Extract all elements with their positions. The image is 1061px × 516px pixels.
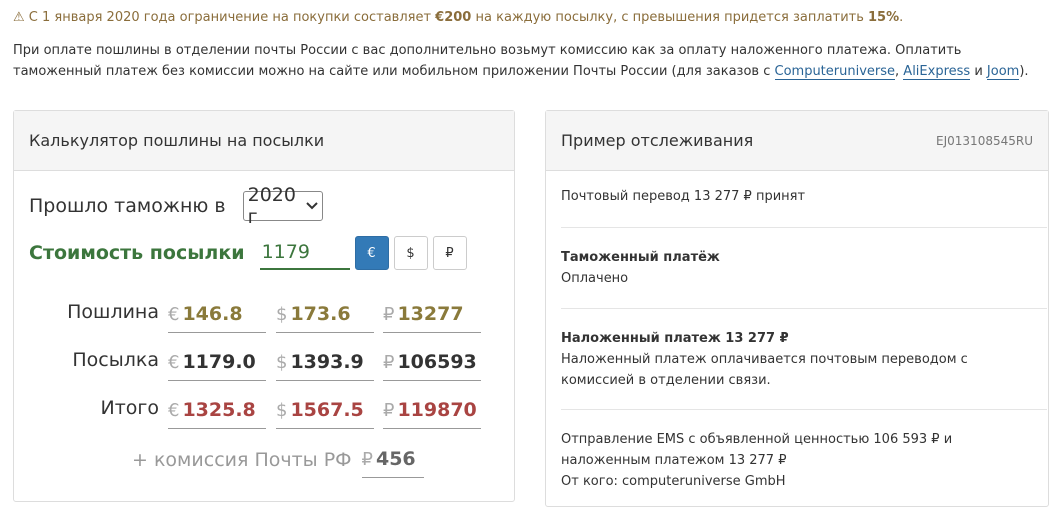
duty-rub-cell: ₽13277: [383, 296, 481, 333]
parcel-rub: 106593: [397, 351, 477, 373]
info-sep: и: [970, 64, 987, 79]
notice-middle: на каждую посылку, с превышения придется…: [471, 10, 869, 25]
customs-year-row: Прошло таможню в 2020 г: [29, 184, 323, 228]
commission-cell: ₽456: [361, 441, 424, 478]
tracking-event: Отправление EMS с объявленной ценностью …: [561, 429, 1047, 492]
limit-notice: ⚠ С 1 января 2020 года ограничение на по…: [13, 10, 903, 25]
parcel-row: Посылка €1179.0 $1393.9 ₽106593: [14, 344, 514, 384]
total-rub-cell: ₽119870: [383, 392, 481, 429]
parcel-eur: 1179.0: [182, 351, 256, 373]
currency-usd-button[interactable]: $: [393, 236, 428, 270]
event-title: Наложенный платеж 13 277 ₽: [561, 331, 789, 346]
ruble-sign: ₽: [383, 303, 395, 325]
link-aliexpress[interactable]: AliExpress: [903, 64, 971, 80]
parcel-rub-cell: ₽106593: [383, 344, 481, 381]
tracking-event: Почтовый перевод 13 277 ₽ принят: [561, 186, 1047, 207]
commission-label: + комиссия Почты РФ: [132, 448, 352, 471]
link-joom[interactable]: Joom: [986, 64, 1020, 80]
event-text: Отправление EMS с объявленной ценностью …: [561, 432, 953, 468]
parcel-eur-cell: €1179.0: [168, 344, 266, 381]
notice-suffix: .: [899, 10, 904, 25]
event-text: Оплачено: [561, 271, 629, 286]
ruble-sign: ₽: [383, 399, 395, 421]
calculator-heading: Калькулятор пошлины на посылки: [14, 111, 514, 171]
rate-value: 15%: [868, 10, 900, 25]
cost-input[interactable]: 1179: [259, 236, 350, 270]
event-text: Наложенный платеж оплачивается почтовым …: [561, 352, 968, 388]
tracking-title: Пример отслеживания: [561, 131, 754, 150]
duty-usd: 173.6: [290, 303, 351, 325]
tracking-example-panel: Пример отслеживания EJ013108545RU Почтов…: [545, 110, 1049, 507]
commission-info: При оплате пошлины в отделении почты Рос…: [13, 40, 1048, 82]
duty-row: Пошлина €146.8 $173.6 ₽13277: [14, 296, 514, 336]
euro-sign: €: [168, 303, 180, 325]
year-select[interactable]: 2020 г: [242, 184, 323, 228]
row-label: Итого: [100, 397, 159, 419]
total-row: Итого €1325.8 $1567.5 ₽119870: [14, 392, 514, 432]
total-eur: 1325.8: [182, 399, 256, 421]
parcel-usd: 1393.9: [290, 351, 364, 373]
total-usd: 1567.5: [290, 399, 364, 421]
chevron-down-icon: [305, 199, 318, 213]
event-text: Почтовый перевод 13 277 ₽ принят: [561, 189, 806, 204]
currency-rub-button[interactable]: ₽: [432, 236, 467, 270]
parcel-cost-row: Стоимость посылки 1179 € $ ₽: [29, 236, 467, 270]
total-rub: 119870: [397, 399, 477, 421]
limit-value: €200: [435, 10, 472, 25]
euro-sign: €: [168, 399, 180, 421]
tracking-heading: Пример отслеживания EJ013108545RU: [546, 111, 1048, 171]
total-usd-cell: $1567.5: [276, 392, 374, 429]
euro-sign: €: [168, 351, 180, 373]
duty-usd-cell: $173.6: [276, 296, 374, 333]
info-end: ).: [1019, 64, 1029, 79]
event-title: Таможенный платёж: [561, 250, 720, 265]
customs-label: Прошло таможню в: [29, 195, 226, 217]
duty-calculator-panel: Калькулятор пошлины на посылки Прошло та…: [13, 110, 515, 502]
event-sender: От кого: computeruniverse GmbH: [561, 474, 786, 489]
row-label: Пошлина: [67, 301, 159, 323]
commission-row: + комиссия Почты РФ ₽456: [132, 441, 424, 478]
notice-prefix: ⚠ С 1 января 2020 года ограничение на по…: [13, 10, 436, 25]
parcel-usd-cell: $1393.9: [276, 344, 374, 381]
dollar-sign: $: [276, 351, 288, 373]
tracking-event: Наложенный платеж 13 277 ₽ Наложенный пл…: [561, 328, 1047, 391]
link-computeruniverse[interactable]: Computeruniverse: [774, 64, 896, 80]
cost-label: Стоимость посылки: [29, 242, 245, 264]
duty-eur: 146.8: [182, 303, 243, 325]
tracking-event: Таможенный платёж Оплачено: [561, 247, 1047, 289]
dollar-sign: $: [276, 303, 288, 325]
duty-rub: 13277: [397, 303, 464, 325]
total-eur-cell: €1325.8: [168, 392, 266, 429]
currency-eur-button[interactable]: €: [354, 236, 389, 270]
commission-value: 456: [375, 448, 416, 470]
ruble-sign: ₽: [361, 448, 373, 470]
divider: [561, 409, 1047, 410]
tracking-number: EJ013108545RU: [936, 133, 1033, 148]
duty-eur-cell: €146.8: [168, 296, 266, 333]
year-value: 2020 г: [247, 184, 296, 228]
ruble-sign: ₽: [383, 351, 395, 373]
dollar-sign: $: [276, 399, 288, 421]
row-label: Посылка: [72, 349, 159, 371]
calculator-title: Калькулятор пошлины на посылки: [29, 131, 325, 150]
divider: [561, 308, 1047, 309]
divider: [561, 227, 1047, 228]
